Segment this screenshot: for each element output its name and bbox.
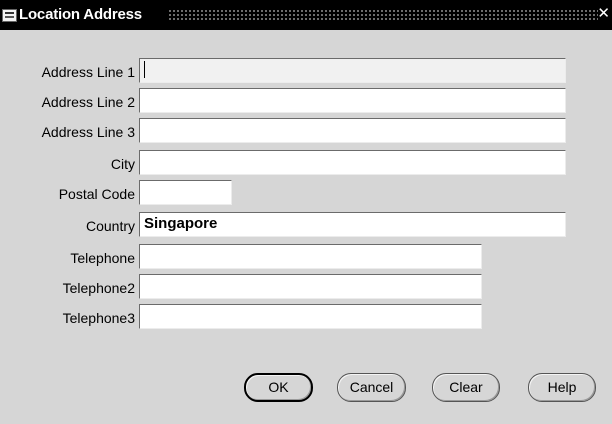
oracle-app-icon[interactable] (2, 9, 17, 22)
postal-code-label: Postal Code (58, 186, 135, 202)
ok-button[interactable]: OK (244, 373, 313, 402)
address-line-2-field[interactable] (139, 88, 566, 113)
telephone2-label: Telephone2 (62, 280, 135, 296)
city-label: City (110, 156, 135, 172)
address-line-1-label: Address Line 1 (41, 64, 135, 80)
city-field[interactable] (139, 150, 566, 175)
window-title: Location Address (19, 6, 142, 23)
cancel-button[interactable]: Cancel (337, 373, 406, 402)
telephone-label: Telephone (70, 250, 135, 266)
address-line-3-label: Address Line 3 (41, 124, 135, 140)
address-line-2-label: Address Line 2 (41, 94, 135, 110)
address-line-1-field[interactable] (139, 58, 566, 83)
telephone2-field[interactable] (139, 274, 482, 299)
telephone-field[interactable] (139, 244, 482, 269)
title-bar-pattern (168, 9, 598, 21)
close-icon[interactable]: ✕ (597, 5, 610, 23)
location-address-window: Location Address ✕ Address Line 1 Addres… (0, 0, 612, 424)
text-caret (144, 60, 145, 78)
postal-code-field[interactable] (139, 180, 232, 205)
country-label: Country (85, 218, 135, 234)
country-field[interactable]: Singapore (139, 212, 566, 237)
clear-button[interactable]: Clear (432, 373, 500, 402)
help-button[interactable]: Help (528, 373, 596, 402)
telephone3-label: Telephone3 (62, 310, 135, 326)
address-line-3-field[interactable] (139, 118, 566, 143)
title-bar[interactable]: Location Address ✕ (0, 0, 612, 30)
telephone3-field[interactable] (139, 304, 482, 329)
